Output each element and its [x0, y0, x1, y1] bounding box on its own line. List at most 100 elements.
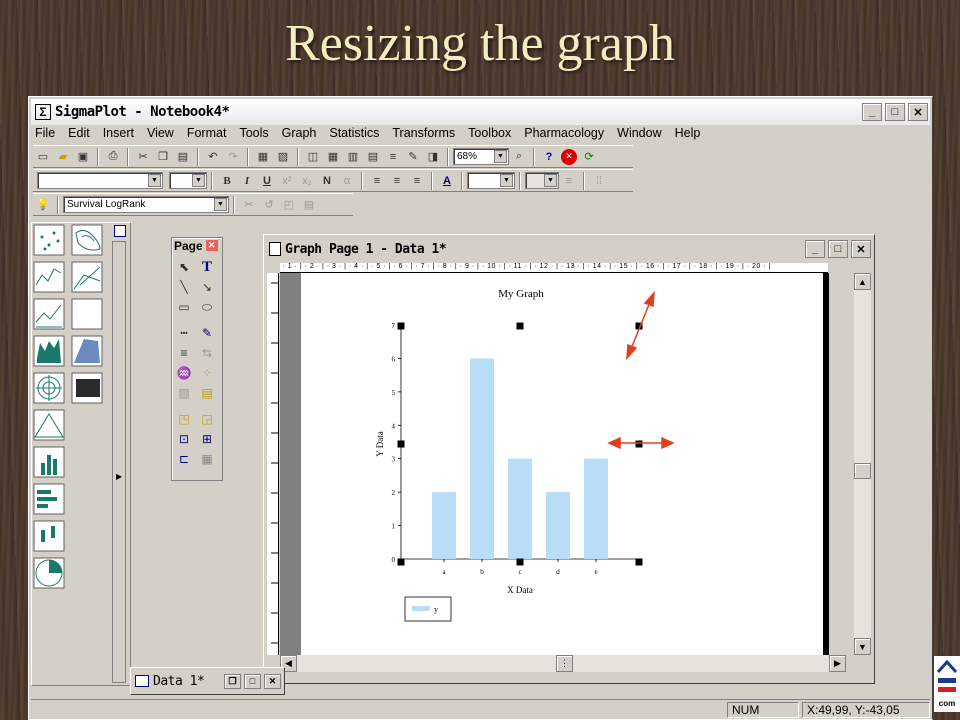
normal-icon[interactable]: N: [319, 173, 335, 189]
minimize-button[interactable]: _: [862, 103, 882, 121]
view-page-icon[interactable]: ◫: [305, 149, 321, 165]
save-icon[interactable]: ▣: [75, 149, 91, 165]
palette-toggle-icon[interactable]: [114, 225, 126, 237]
font-color-icon[interactable]: A: [439, 173, 455, 189]
line-color-icon[interactable]: ✎: [198, 324, 216, 342]
graph-canvas[interactable]: My Graph Y Data X Data 01234567abcde y: [280, 273, 829, 655]
align-right-icon[interactable]: ≡: [409, 173, 425, 189]
menu-pharmacology[interactable]: Pharmacology: [524, 126, 604, 144]
rectangle-tool-icon[interactable]: ▭: [175, 298, 193, 316]
cut-icon[interactable]: ✂: [135, 149, 151, 165]
align-center-icon[interactable]: ≡: [389, 173, 405, 189]
data-restore-button[interactable]: ❐: [224, 673, 241, 689]
menu-edit[interactable]: Edit: [68, 126, 90, 144]
line-pattern-icon[interactable]: ┅: [175, 324, 193, 342]
menu-statistics[interactable]: Statistics: [329, 126, 379, 144]
equation-icon[interactable]: ≡: [385, 149, 401, 165]
scroll-thumb[interactable]: [854, 463, 871, 479]
bring-front-icon[interactable]: ◳: [175, 410, 193, 428]
select-tool-icon[interactable]: ⬉: [175, 258, 193, 276]
copy-icon[interactable]: ❐: [155, 149, 171, 165]
undo-icon[interactable]: ↶: [205, 149, 221, 165]
font-size-select[interactable]: ▼: [169, 172, 207, 189]
graph-close-button[interactable]: ✕: [851, 240, 871, 258]
subscript-icon[interactable]: x₂: [299, 173, 315, 189]
menu-transforms[interactable]: Transforms: [392, 126, 455, 144]
pattern-color-icon[interactable]: ▤: [198, 384, 216, 402]
palette-scrollbar[interactable]: ▶: [112, 241, 126, 683]
rerun-icon[interactable]: ↺: [261, 197, 277, 213]
page-icon[interactable]: ▧: [275, 149, 291, 165]
report-icon[interactable]: ▤: [365, 149, 381, 165]
fill-pattern-icon[interactable]: ▨: [175, 384, 193, 402]
graph-maximize-button[interactable]: □: [828, 240, 848, 258]
graph-icon[interactable]: ▥: [345, 149, 361, 165]
scroll-thumb[interactable]: ⋮: [556, 655, 573, 672]
menu-graph[interactable]: Graph: [282, 126, 317, 144]
chart-legend[interactable]: y: [404, 596, 452, 622]
page-tools-titlebar[interactable]: Page ✕: [172, 238, 222, 253]
data-maximize-button[interactable]: □: [244, 673, 261, 689]
bar-chart[interactable]: My Graph Y Data X Data 0 1 2 3 4 5 6 7 a b c d e: [301, 273, 829, 655]
maximize-button[interactable]: □: [885, 103, 905, 121]
line-select[interactable]: ▼: [525, 172, 559, 189]
refresh-icon[interactable]: ⟳: [581, 149, 597, 165]
print-icon[interactable]: ⎙: [105, 149, 121, 165]
line-tool-icon[interactable]: ╲: [175, 278, 193, 296]
line-style-icon[interactable]: ≡: [561, 173, 577, 189]
new-icon[interactable]: ▭: [35, 149, 51, 165]
symbol-icon[interactable]: α: [339, 173, 355, 189]
paste-icon[interactable]: ▤: [175, 149, 191, 165]
test-select[interactable]: Survival LogRank ▼: [63, 196, 229, 213]
group-icon[interactable]: ⊡: [175, 430, 193, 448]
open-icon[interactable]: ▰: [55, 149, 71, 165]
menu-toolbox[interactable]: Toolbox: [468, 126, 511, 144]
zoom-icon[interactable]: ⌕: [511, 149, 527, 165]
app-titlebar[interactable]: Σ SigmaPlot - Notebook4* _ □ ✕: [31, 99, 930, 125]
grid-tool-icon[interactable]: ▦: [198, 450, 216, 468]
italic-icon[interactable]: I: [239, 173, 255, 189]
menu-tools[interactable]: Tools: [239, 126, 268, 144]
graph-minimize-button[interactable]: _: [805, 240, 825, 258]
underline-icon[interactable]: U: [259, 173, 275, 189]
scroll-right-button[interactable]: ▶: [829, 655, 846, 672]
data-window-minimized[interactable]: Data 1* ❐ □ ✕: [130, 667, 285, 695]
data-close-button[interactable]: ✕: [264, 673, 281, 689]
report-options-icon[interactable]: ▤: [301, 197, 317, 213]
scroll-down-button[interactable]: ▼: [854, 638, 871, 655]
stop-icon[interactable]: ✕: [561, 148, 577, 165]
font-select[interactable]: ▼: [37, 172, 163, 189]
worksheet-icon[interactable]: ▦: [325, 149, 341, 165]
align-left-icon[interactable]: ≡: [369, 173, 385, 189]
scroll-up-button[interactable]: ▲: [854, 273, 871, 290]
ungroup-icon[interactable]: ⊞: [198, 430, 216, 448]
menu-file[interactable]: File: [35, 126, 55, 144]
advisor-icon[interactable]: 💡: [35, 197, 51, 213]
symbol-tool-icon[interactable]: ⁘: [198, 364, 216, 382]
notebook-icon[interactable]: ▦: [255, 149, 271, 165]
zoom-select[interactable]: 68% ▼: [453, 148, 509, 165]
superscript-icon[interactable]: x²: [279, 173, 295, 189]
graph-horizontal-scrollbar[interactable]: ◀ ⋮ ▶: [280, 655, 846, 672]
options-icon[interactable]: ◰: [281, 197, 297, 213]
close-button[interactable]: ✕: [908, 103, 928, 121]
arrow-tool-icon[interactable]: ↘: [198, 278, 216, 296]
layout-icon[interactable]: ◨: [425, 149, 441, 165]
close-icon[interactable]: ✕: [205, 240, 218, 251]
text-tool-icon[interactable]: T: [198, 258, 216, 276]
redo-icon[interactable]: ↷: [225, 149, 241, 165]
run-test-icon[interactable]: ✂: [241, 197, 257, 213]
line-thickness-icon[interactable]: ≡: [175, 344, 193, 362]
graph-vertical-scrollbar[interactable]: ▲ ▼: [854, 273, 871, 655]
fill-color-icon[interactable]: ♒: [175, 364, 193, 382]
line-ends-icon[interactable]: ⇆: [198, 344, 216, 362]
menu-help[interactable]: Help: [675, 126, 701, 144]
send-back-icon[interactable]: ◲: [198, 410, 216, 428]
grid-icon[interactable]: ⁞⁞: [591, 173, 607, 189]
menu-view[interactable]: View: [147, 126, 174, 144]
menu-window[interactable]: Window: [617, 126, 661, 144]
color-select[interactable]: ▼: [467, 172, 515, 189]
help-icon[interactable]: ?: [541, 149, 557, 165]
bold-icon[interactable]: B: [219, 173, 235, 189]
graph-window-titlebar[interactable]: Graph Page 1 - Data 1* _ □ ✕: [267, 238, 871, 260]
